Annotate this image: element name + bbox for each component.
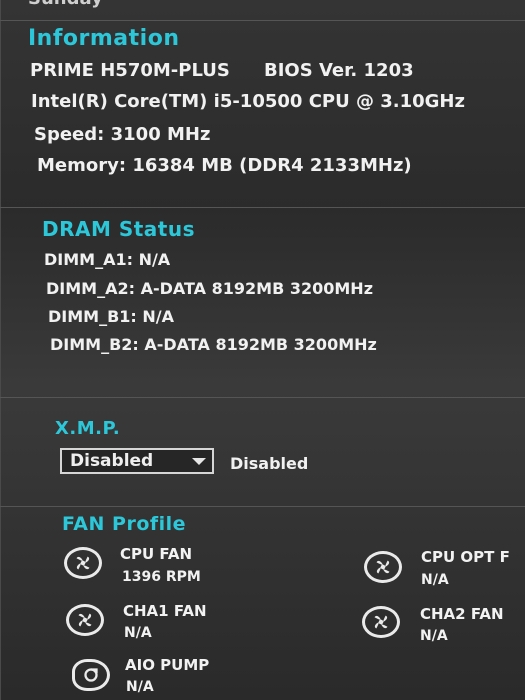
- aio-pump-speed: N/A: [126, 679, 154, 695]
- cha2-fan-label: CHA2 FAN: [420, 605, 504, 623]
- dram-divider: [0, 397, 525, 398]
- cha1-fan-speed: N/A: [124, 625, 152, 641]
- cpu-opt-fan-speed: N/A: [421, 572, 449, 588]
- cpu-fan-label: CPU FAN: [120, 545, 193, 563]
- dram-status-title: DRAM Status: [42, 217, 196, 241]
- dimm-b1: DIMM_B1: N/A: [48, 307, 174, 326]
- fan-icon: [64, 547, 102, 579]
- xmp-dropdown-value: Disabled: [70, 451, 154, 471]
- dimm-a2: DIMM_A2: A-DATA 8192MB 3200MHz: [46, 279, 374, 298]
- chevron-down-icon: [192, 458, 206, 465]
- fan-icon: [364, 551, 402, 583]
- fan-icon: [362, 606, 400, 638]
- fan-profile-title: FAN Profile: [62, 513, 187, 535]
- xmp-title: X.M.P.: [55, 418, 121, 439]
- date-day-label: Sunday: [28, 0, 103, 9]
- xmp-divider: [0, 506, 525, 507]
- cpu-fan-speed: 1396 RPM: [122, 569, 201, 585]
- fan-icon: [66, 604, 104, 636]
- cha1-fan-label: CHA1 FAN: [123, 602, 207, 620]
- cpu-speed: Speed: 3100 MHz: [34, 124, 211, 145]
- bios-version: BIOS Ver. 1203: [264, 60, 414, 81]
- cpu-info: Intel(R) Core(TM) i5-10500 CPU @ 3.10GHz: [31, 91, 465, 112]
- dimm-b2: DIMM_B2: A-DATA 8192MB 3200MHz: [50, 335, 377, 354]
- memory-info: Memory: 16384 MB (DDR4 2133MHz): [37, 155, 412, 176]
- cpu-opt-fan-label: CPU OPT F: [421, 548, 510, 566]
- cha2-fan-speed: N/A: [420, 628, 448, 644]
- information-title: Information: [28, 26, 180, 51]
- board-name: PRIME H570M-PLUS: [30, 60, 230, 81]
- dimm-a1: DIMM_A1: N/A: [44, 250, 171, 269]
- info-divider: [0, 207, 525, 208]
- pump-icon: [72, 659, 110, 691]
- xmp-status: Disabled: [230, 454, 309, 473]
- aio-pump-label: AIO PUMP: [125, 656, 210, 674]
- xmp-dropdown[interactable]: Disabled: [60, 448, 214, 474]
- top-divider: [0, 20, 525, 21]
- left-border: [0, 0, 1, 700]
